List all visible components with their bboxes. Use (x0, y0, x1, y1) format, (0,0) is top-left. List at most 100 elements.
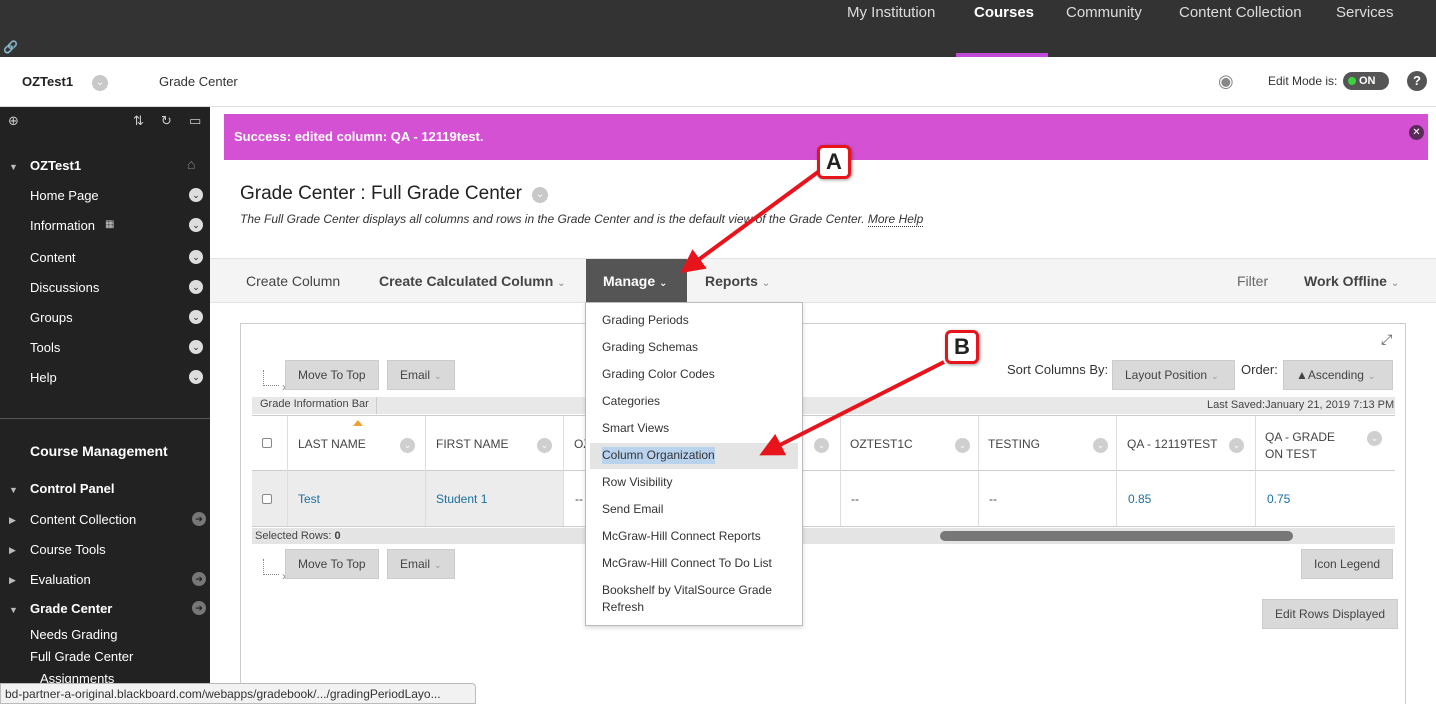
manage-dropdown-menu: Grading Periods Grading Schemas Grading … (585, 302, 803, 626)
link-icon[interactable]: 🔗 (3, 40, 19, 54)
sidebar-course-title[interactable]: OZTest1 (30, 158, 81, 173)
breadcrumb-course[interactable]: OZTest1 (22, 74, 73, 89)
column-menu-chevron-icon[interactable]: ⌄ (955, 438, 970, 453)
folder-view-icon[interactable]: ▭ (189, 113, 201, 129)
menu-item-grading-periods[interactable]: Grading Periods (602, 312, 689, 329)
cell-last-name[interactable]: Test (298, 492, 320, 506)
column-menu-chevron-icon[interactable]: ⌄ (1229, 438, 1244, 453)
cell-qa-grade-on-test[interactable]: 0.75 (1267, 492, 1290, 506)
chevron-down-icon[interactable]: ⌄ (189, 340, 203, 354)
cell-oz[interactable]: -- (575, 492, 583, 506)
email-button[interactable]: Email ⌄ (387, 360, 455, 390)
collapse-triangle-icon[interactable]: ▼ (9, 162, 18, 172)
layout-position-select[interactable]: Layout Position ⌄ (1112, 360, 1235, 390)
sidebar-item-home-page[interactable]: Home Page (30, 188, 99, 203)
cell-oztest1c[interactable]: -- (851, 492, 859, 506)
column-menu-chevron-icon[interactable]: ⌄ (1367, 431, 1382, 446)
chevron-down-icon[interactable]: ⌄ (189, 218, 203, 232)
column-menu-chevron-icon[interactable]: ⌄ (400, 438, 415, 453)
move-to-top-button-bottom[interactable]: Move To Top (285, 549, 379, 579)
reports-button[interactable]: Reports ⌄ (705, 273, 770, 289)
expand-triangle-icon[interactable]: ▶ (9, 545, 16, 556)
menu-item-categories[interactable]: Categories (602, 393, 660, 410)
cell-testing[interactable]: -- (989, 492, 997, 506)
move-to-top-button[interactable]: Move To Top (285, 360, 379, 390)
chevron-down-icon[interactable]: ⌄ (189, 310, 203, 324)
nav-services[interactable]: Services (1336, 4, 1394, 21)
column-menu-chevron-icon[interactable]: ⌄ (537, 438, 552, 453)
refresh-icon[interactable]: ↻ (161, 113, 172, 129)
sidebar-item-content-collection[interactable]: Content Collection (30, 512, 136, 527)
student-preview-eye-icon[interactable]: ◉ (1218, 71, 1244, 91)
chevron-down-icon[interactable]: ⌄ (189, 250, 203, 264)
arrow-right-icon[interactable]: ➜ (192, 601, 206, 615)
course-menu-chevron-icon[interactable]: ⌄ (92, 75, 108, 91)
sidebar-item-help[interactable]: Help (30, 370, 57, 385)
cell-qa-12119test[interactable]: 0.85 (1128, 492, 1151, 506)
column-header-testing[interactable]: TESTING (988, 437, 1040, 451)
sidebar-item-course-tools[interactable]: Course Tools (30, 542, 106, 557)
expand-fullscreen-icon[interactable]: ⤢ (1381, 331, 1397, 347)
menu-item-mcgraw-hill-connect-reports[interactable]: McGraw-Hill Connect Reports (602, 528, 761, 545)
title-chevron-icon[interactable]: ⌄ (532, 187, 548, 203)
nav-my-institution[interactable]: My Institution (847, 4, 935, 21)
menu-item-row-visibility[interactable]: Row Visibility (602, 474, 672, 491)
menu-item-mcgraw-hill-connect-to-do-list[interactable]: McGraw-Hill Connect To Do List (602, 555, 772, 572)
sidebar-item-content[interactable]: Content (30, 250, 76, 265)
sidebar-item-tools[interactable]: Tools (30, 340, 60, 355)
add-menu-item-icon[interactable]: ⊕ (8, 113, 19, 129)
email-button-bottom[interactable]: Email ⌄ (387, 549, 455, 579)
horizontal-scrollbar[interactable] (940, 531, 1293, 541)
sidebar-item-evaluation[interactable]: Evaluation (30, 572, 91, 587)
column-header-qa-grade-on-test[interactable]: QA - GRADE ON TEST (1265, 429, 1355, 463)
collapse-triangle-icon[interactable]: ▼ (9, 605, 18, 615)
select-all-checkbox[interactable] (262, 438, 272, 448)
nav-courses[interactable]: Courses (974, 4, 1034, 21)
sidebar-item-groups[interactable]: Groups (30, 310, 73, 325)
ascending-select[interactable]: ▲Ascending ⌄ (1283, 360, 1393, 390)
row-checkbox[interactable] (262, 494, 272, 504)
help-icon[interactable]: ? (1407, 71, 1427, 91)
column-header-last-name[interactable]: LAST NAME (298, 437, 366, 451)
menu-item-smart-views[interactable]: Smart Views (602, 420, 669, 437)
manage-button[interactable]: Manage ⌄ (586, 259, 687, 303)
menu-item-send-email[interactable]: Send Email (602, 501, 663, 518)
sidebar-item-needs-grading[interactable]: Needs Grading (30, 627, 117, 642)
reorder-icon[interactable]: ⇅ (133, 113, 144, 129)
column-header-oztest1c[interactable]: OZTEST1C (850, 437, 913, 451)
arrow-right-icon[interactable]: ➜ (192, 512, 206, 526)
sidebar-item-grade-center[interactable]: Grade Center (30, 601, 112, 616)
control-panel-heading[interactable]: Control Panel (30, 481, 115, 496)
edit-rows-displayed-button[interactable]: Edit Rows Displayed (1262, 599, 1399, 629)
home-icon[interactable]: ⌂ (187, 156, 195, 172)
more-help-link[interactable]: More Help (867, 212, 924, 227)
menu-item-grading-color-codes[interactable]: Grading Color Codes (602, 366, 715, 383)
cell-first-name[interactable]: Student 1 (436, 492, 487, 506)
close-icon[interactable]: ✕ (1409, 125, 1424, 140)
menu-item-grading-schemas[interactable]: Grading Schemas (602, 339, 698, 356)
sidebar-item-information[interactable]: Information (30, 218, 95, 233)
create-column-button[interactable]: Create Column (246, 273, 340, 289)
create-calculated-column-button[interactable]: Create Calculated Column ⌄ (379, 273, 566, 289)
sidebar-item-discussions[interactable]: Discussions (30, 280, 99, 295)
column-header-qa-12119test[interactable]: QA - 12119TEST (1127, 437, 1218, 451)
menu-item-bookshelf-grade-refresh[interactable]: Bookshelf by VitalSource Grade Refresh (602, 582, 792, 616)
chevron-down-icon[interactable]: ⌄ (189, 188, 203, 202)
filter-button[interactable]: Filter (1237, 273, 1268, 289)
expand-triangle-icon[interactable]: ▶ (9, 575, 16, 586)
column-menu-chevron-icon[interactable]: ⌄ (814, 438, 829, 453)
icon-legend-button[interactable]: Icon Legend (1301, 549, 1394, 579)
column-header-first-name[interactable]: FIRST NAME (436, 437, 508, 451)
chevron-down-icon[interactable]: ⌄ (189, 370, 203, 384)
collapse-triangle-icon[interactable]: ▼ (9, 485, 18, 495)
nav-content-collection[interactable]: Content Collection (1179, 4, 1302, 21)
sidebar-item-full-grade-center[interactable]: Full Grade Center (30, 649, 133, 664)
work-offline-button[interactable]: Work Offline ⌄ (1304, 273, 1399, 289)
column-menu-chevron-icon[interactable]: ⌄ (1093, 438, 1108, 453)
menu-item-column-organization[interactable]: Column Organization (602, 447, 715, 464)
expand-triangle-icon[interactable]: ▶ (9, 515, 16, 526)
chevron-down-icon[interactable]: ⌄ (189, 280, 203, 294)
arrow-right-icon[interactable]: ➜ (192, 572, 206, 586)
edit-mode-toggle[interactable]: ON (1343, 72, 1389, 90)
nav-community[interactable]: Community (1066, 4, 1142, 21)
